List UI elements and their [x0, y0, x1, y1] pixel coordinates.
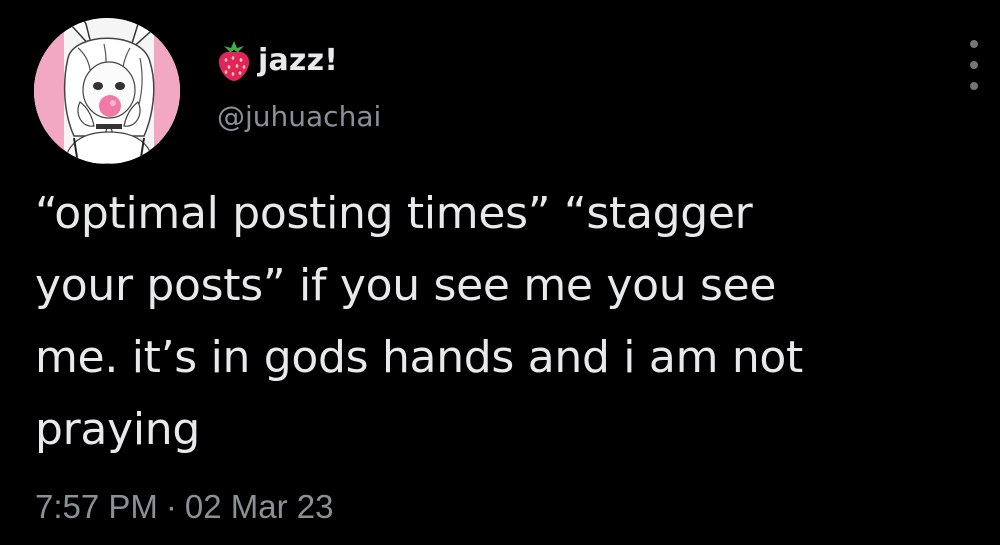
more-dot — [970, 82, 978, 90]
tweet-timestamp[interactable]: 7:57 PM · 02 Mar 23 — [35, 488, 334, 526]
tweet-date: 02 Mar 23 — [184, 488, 334, 525]
display-name[interactable]: jazz! — [258, 43, 338, 78]
more-dot — [970, 61, 978, 69]
more-options-icon[interactable] — [962, 40, 986, 90]
meta-separator: · — [165, 488, 177, 525]
author-name-row[interactable]: jazz! — [216, 36, 338, 84]
tweet-text: “optimal posting times” “stagger your po… — [35, 188, 803, 455]
avatar[interactable] — [34, 18, 180, 164]
tweet-time: 7:57 PM — [35, 488, 158, 525]
more-dot — [970, 40, 978, 48]
strawberry-icon — [218, 41, 250, 81]
user-handle[interactable]: @juhuachai — [217, 100, 381, 133]
tweet-card: jazz! @juhuachai “optimal posting times”… — [0, 0, 1000, 545]
